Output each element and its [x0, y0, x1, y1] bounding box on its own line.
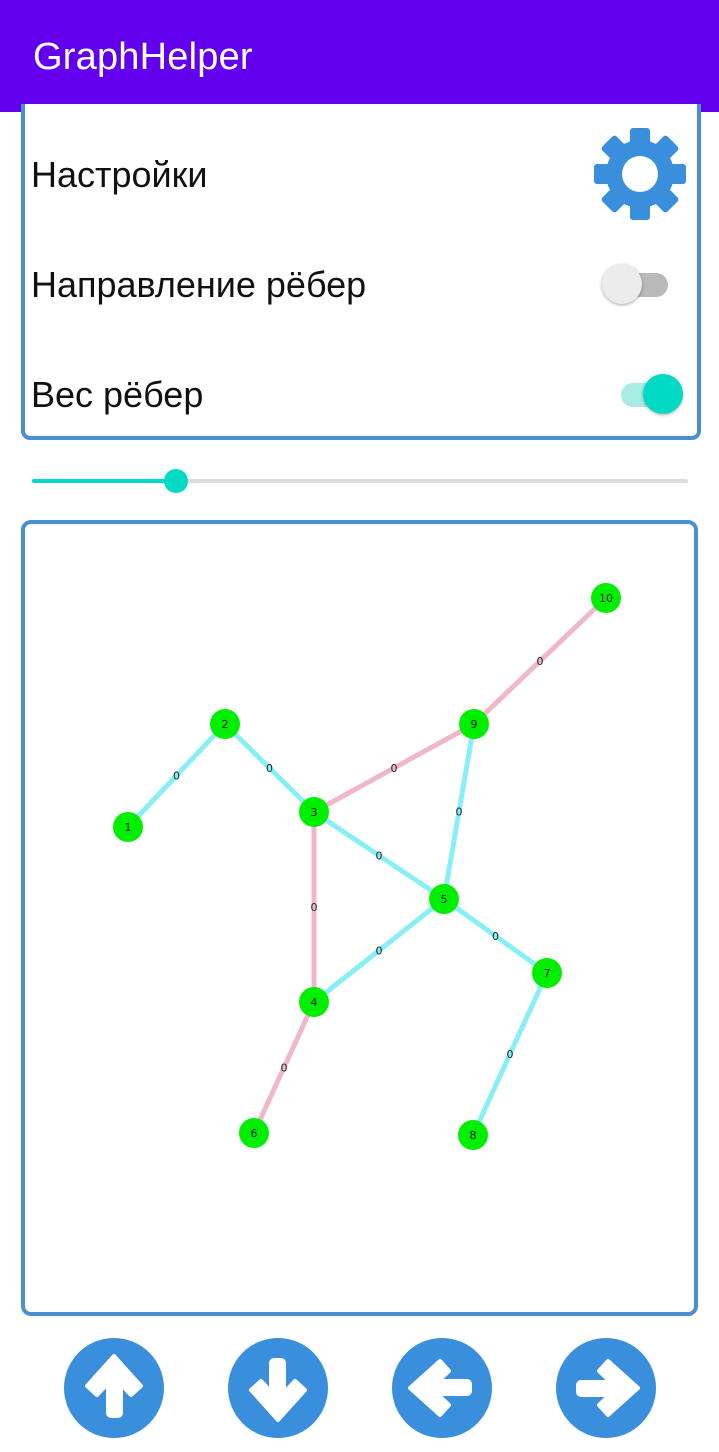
node-label: 10 — [599, 592, 613, 605]
edge-weight-label: 0 — [537, 655, 544, 668]
graph-node[interactable]: 5 — [429, 884, 459, 914]
move-up-button[interactable] — [64, 1338, 164, 1438]
edge-weight-label: 0 — [266, 762, 273, 775]
edge-weight-label: 0 — [311, 901, 318, 914]
slider-fill — [32, 479, 176, 483]
size-slider[interactable] — [32, 465, 688, 499]
edge-weight-label: 0 — [281, 1062, 288, 1075]
move-left-button[interactable] — [392, 1338, 492, 1438]
graph-canvas[interactable]: 0 0 0 0 0 0 0 0 0 0 0 1 2 3 4 5 6 7 8 9 10 — [21, 520, 698, 1316]
edge-weight-label: 0 — [507, 1048, 514, 1061]
arrow-up-icon — [85, 1354, 143, 1418]
settings-title: Настройки — [31, 154, 208, 195]
switch-thumb — [643, 374, 683, 414]
graph-node[interactable]: 1 — [113, 812, 143, 842]
switch-thumb — [602, 264, 642, 304]
gear-icon[interactable] — [594, 128, 686, 220]
graph-node[interactable]: 4 — [299, 987, 329, 1017]
edge-weight-label: 0 — [492, 930, 499, 943]
node-label: 8 — [470, 1129, 477, 1142]
node-label: 7 — [544, 967, 551, 980]
node-label: 3 — [311, 806, 318, 819]
edge-direction-switch[interactable] — [602, 264, 668, 304]
edge-weight-label: 0 — [391, 762, 398, 775]
graph-node[interactable]: 6 — [239, 1118, 269, 1148]
edge-weight-switch[interactable] — [619, 374, 685, 414]
node-label: 4 — [311, 996, 318, 1009]
app-title: GraphHelper — [33, 36, 253, 78]
arrow-left-icon — [408, 1359, 472, 1417]
move-down-button[interactable] — [228, 1338, 328, 1438]
edge-weight-label: 0 — [376, 850, 383, 863]
arrow-right-icon — [576, 1359, 640, 1417]
node-label: 2 — [222, 718, 229, 731]
arrow-down-icon — [249, 1358, 307, 1422]
node-label: 5 — [441, 893, 448, 906]
graph-node[interactable]: 7 — [532, 958, 562, 988]
node-label: 6 — [251, 1127, 258, 1140]
slider-thumb[interactable] — [164, 469, 188, 493]
edge-weight-label: 0 — [376, 945, 383, 958]
graph-node[interactable]: 8 — [458, 1120, 488, 1150]
graph-node[interactable]: 3 — [299, 797, 329, 827]
node-label: 9 — [471, 718, 478, 731]
edge-direction-label: Направление рёбер — [31, 264, 367, 305]
graph-drawing: 0 0 0 0 0 0 0 0 0 0 0 1 2 3 4 5 6 7 8 9 10 — [113, 583, 621, 1150]
node-label: 1 — [125, 821, 132, 834]
graph-node[interactable]: 10 — [591, 583, 621, 613]
edge-weight-label: Вес рёбер — [31, 374, 204, 415]
edge-weight-label: 0 — [173, 770, 180, 783]
edge-weight-label: 0 — [456, 806, 463, 819]
move-right-button[interactable] — [556, 1338, 656, 1438]
graph-node[interactable]: 2 — [210, 709, 240, 739]
app-bar: GraphHelper — [0, 0, 719, 112]
graph-node[interactable]: 9 — [459, 709, 489, 739]
